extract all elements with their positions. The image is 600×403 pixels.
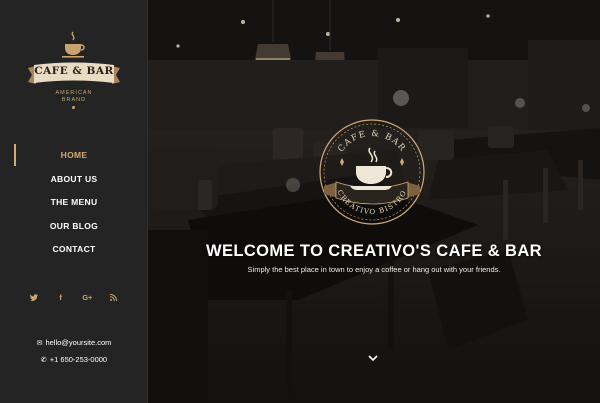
contact-info: ✉ hello@yoursite.com ✆ +1 650-253-0000 (0, 337, 148, 371)
facebook-icon[interactable]: f (55, 291, 67, 303)
svg-text:CAFE & BAR: CAFE & BAR (336, 129, 408, 154)
social-links: f G+ (28, 291, 120, 303)
cafe-emblem-logo: CAFE & BAR CREATIVO BISTRO (319, 119, 425, 225)
google-plus-icon[interactable]: G+ (81, 291, 93, 303)
brand-subtitle-line1: AMERICAN (55, 90, 93, 96)
rss-icon[interactable] (108, 291, 120, 303)
twitter-icon[interactable] (28, 291, 40, 303)
contact-phone: +1 650-253-0000 (49, 355, 108, 364)
nav-item-home[interactable]: HOME (0, 144, 148, 172)
brand-subtitle: AMERICAN BRAND (26, 90, 122, 104)
contact-email-row[interactable]: ✉ hello@yoursite.com (0, 337, 148, 354)
nav-item-contact[interactable]: CONTACT (0, 242, 148, 266)
brand-subtitle-line2: BRAND (61, 97, 87, 103)
brand-name: CAFE & BAR (34, 65, 114, 77)
emblem-top-text: CAFE & BAR (336, 129, 406, 154)
main-nav: HOME ABOUT US THE MENU OUR BLOG CONTACT (0, 144, 148, 266)
emblem-coffee-cup-icon (350, 147, 393, 190)
contact-phone-row[interactable]: ✆ +1 650-253-0000 (0, 354, 148, 371)
phone-icon: ✆ (40, 357, 47, 364)
logo-dot (72, 106, 75, 109)
hero-headline: WELCOME TO CREATIVO'S CAFE & BAR (205, 242, 543, 260)
nav-item-our-blog[interactable]: OUR BLOG (0, 219, 148, 243)
nav-item-about-us[interactable]: ABOUT US (0, 172, 148, 196)
contact-email: hello@yoursite.com (45, 338, 112, 347)
hero-section: CAFE & BAR CREATIVO BISTRO WELCOME TO CR… (148, 0, 600, 403)
sidebar: CAFE & BAR AMERICAN BRAND HOME ABOUT US … (0, 0, 148, 403)
chevron-down-icon[interactable] (366, 353, 380, 363)
logo[interactable]: CAFE & BAR AMERICAN BRAND (26, 30, 122, 110)
envelope-icon: ✉ (36, 340, 43, 347)
hero-tagline: Simply the best place in town to enjoy a… (247, 265, 501, 274)
nav-item-the-menu[interactable]: THE MENU (0, 195, 148, 219)
coffee-cup-icon (62, 31, 85, 58)
